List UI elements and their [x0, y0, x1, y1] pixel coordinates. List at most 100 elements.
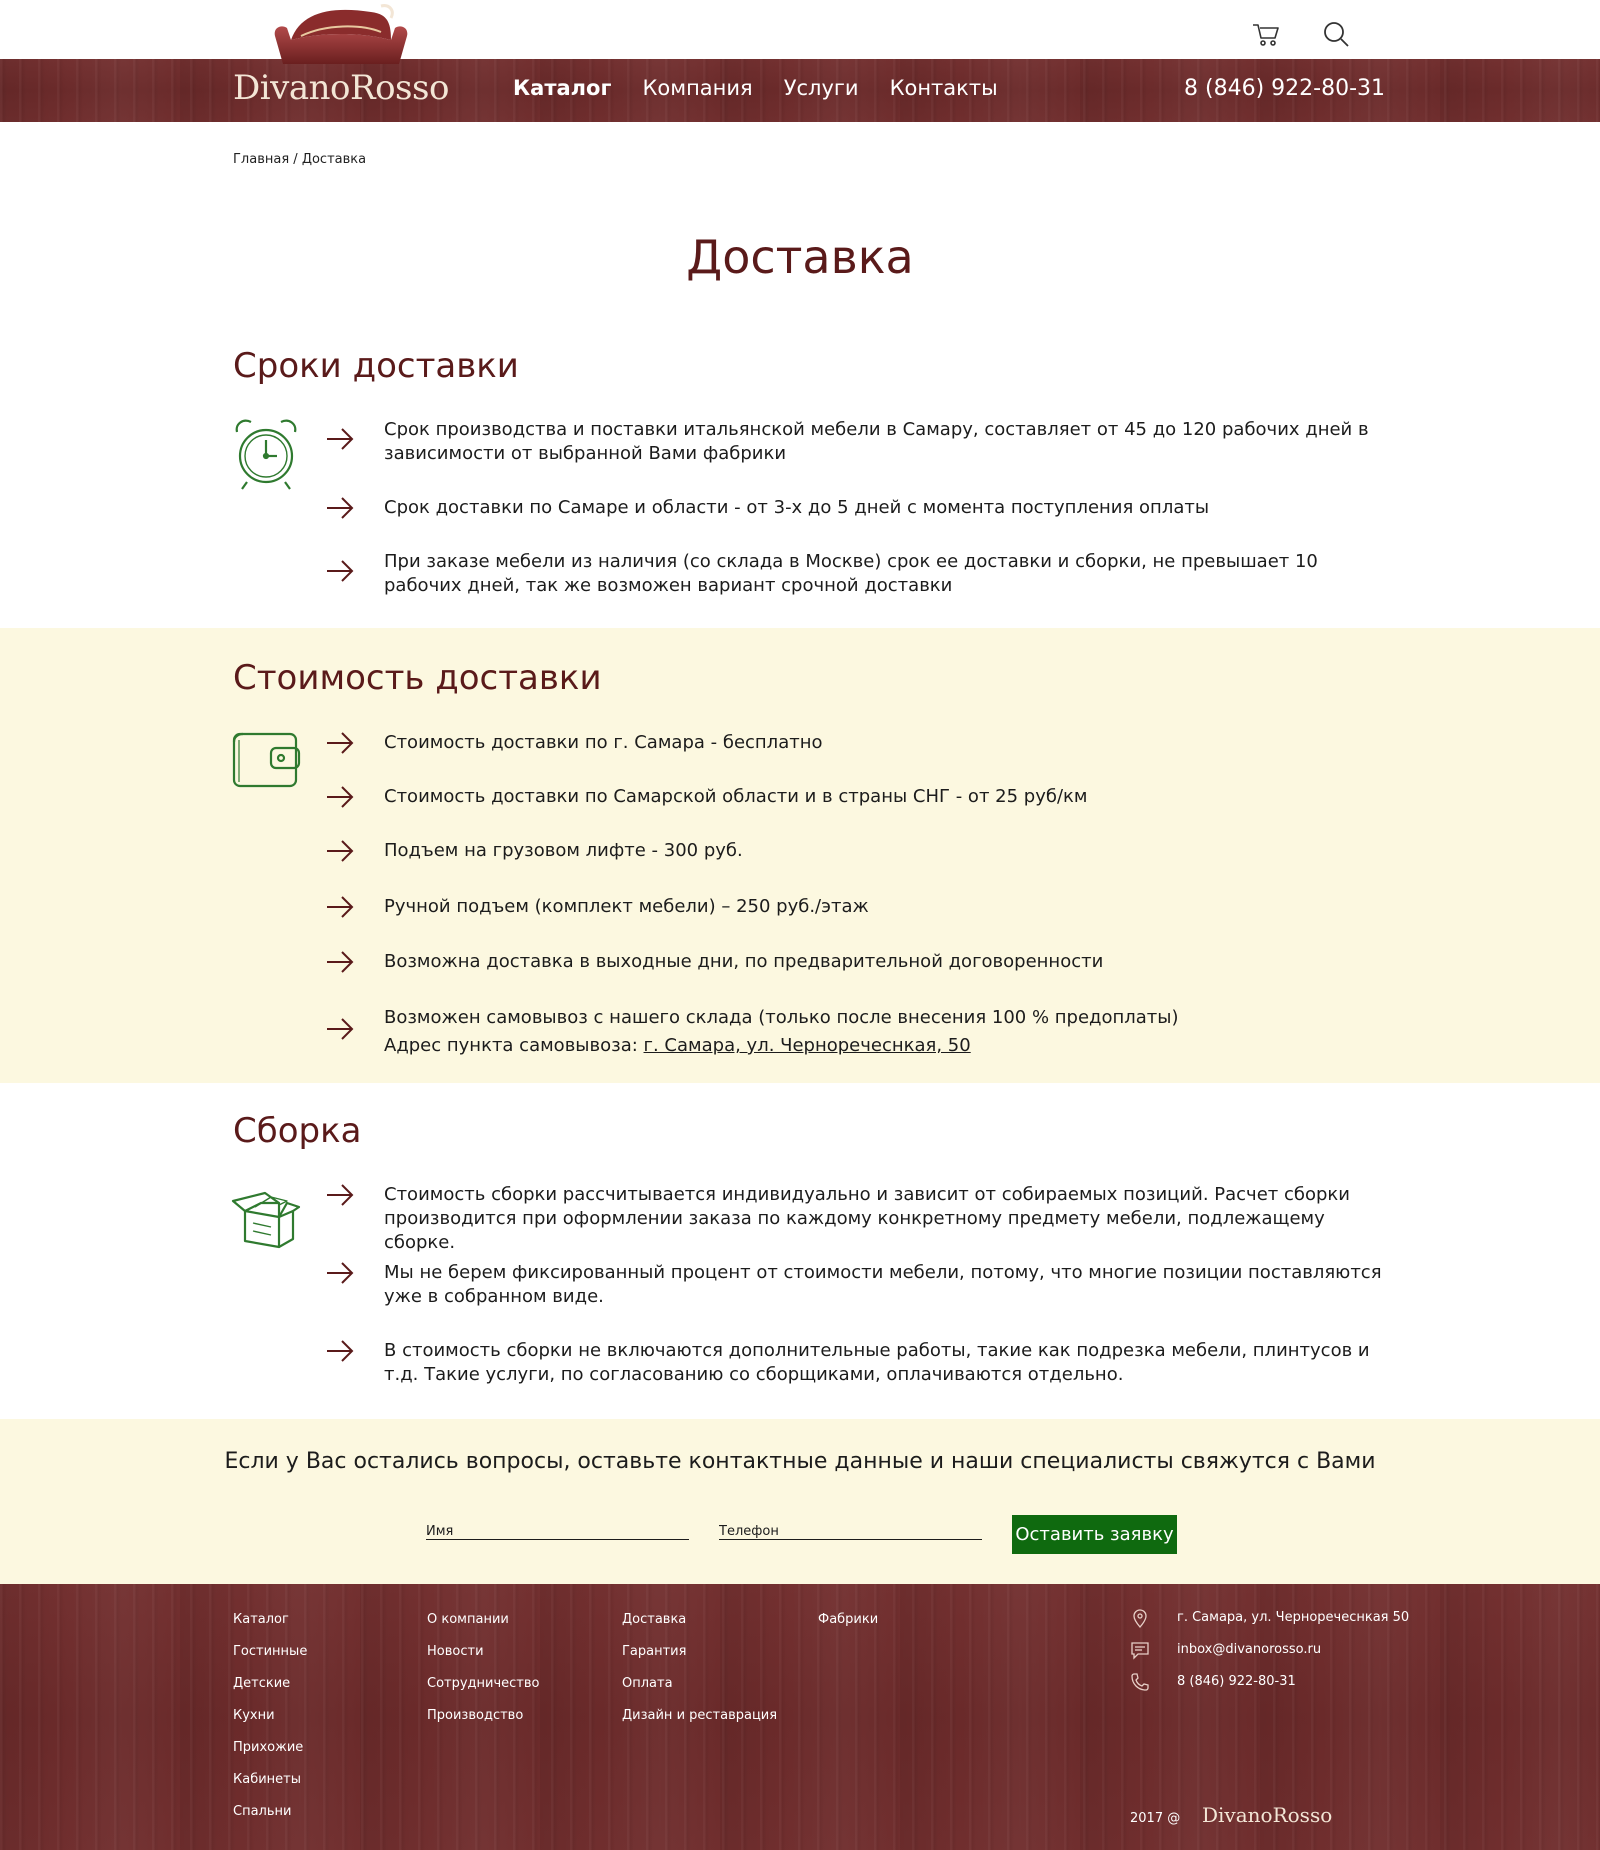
- cart-icon[interactable]: [1250, 18, 1282, 50]
- arrow-right-icon: [326, 896, 354, 918]
- footer-link: Гостинные: [233, 1644, 307, 1676]
- search-icon[interactable]: [1320, 18, 1352, 50]
- phone-field[interactable]: [719, 1515, 982, 1539]
- footer-link-production[interactable]: Производство: [427, 1708, 523, 1723]
- footer-address: г. Самара, ул. Черноречеснкая 50: [1177, 1610, 1410, 1625]
- arrow-right-icon: [326, 560, 354, 582]
- footer-link-about[interactable]: О компании: [427, 1612, 509, 1627]
- contact-form-title: Если у Вас остались вопросы, оставьте ко…: [224, 1449, 1376, 1474]
- arrow-right-icon: [326, 1184, 354, 1206]
- footer-link: Гарантия: [622, 1644, 777, 1676]
- footer-link: Прихожие: [233, 1740, 307, 1772]
- footer-email-wrap: inbox@divanorosso.ru: [1177, 1642, 1321, 1657]
- pickup-address-link[interactable]: г. Самара, ул. Черноречеснкая, 50: [644, 1035, 971, 1056]
- message-icon: [1130, 1640, 1150, 1660]
- list-item-text: Стоимость сборки рассчитывается индивиду…: [384, 1184, 1350, 1253]
- pickup-address-row: Адрес пункта самовывоза: г. Самара, ул. …: [384, 1032, 1384, 1060]
- footer-link: Фабрики: [818, 1612, 878, 1644]
- footer-link: Каталог: [233, 1612, 307, 1644]
- section-title: Стоимость доставки: [233, 658, 602, 698]
- section-title: Сборка: [233, 1111, 362, 1151]
- nav-contacts[interactable]: Контакты: [890, 76, 998, 100]
- footer-link-bedrooms[interactable]: Спальни: [233, 1804, 291, 1819]
- footer-email[interactable]: inbox@divanorosso.ru: [1177, 1642, 1321, 1657]
- arrow-right-icon: [326, 1018, 354, 1040]
- header-tools: [1250, 18, 1352, 50]
- main-nav: Каталог Компания Услуги Контакты: [513, 76, 998, 100]
- arrow-right-icon: [326, 786, 354, 808]
- page-title: Доставка: [686, 230, 914, 284]
- header-phone[interactable]: 8 (846) 922-80-31: [1184, 76, 1385, 101]
- footer-link-design[interactable]: Дизайн и реставрация: [622, 1708, 777, 1723]
- list-item-text: Возможна доставка в выходные дни, по пре…: [384, 951, 1104, 972]
- open-box-icon: [231, 1183, 301, 1259]
- pickup-address-label: Адрес пункта самовывоза:: [384, 1035, 644, 1056]
- footer-link-hallways[interactable]: Прихожие: [233, 1740, 303, 1755]
- list-item-text: Подъем на грузовом лифте - 300 руб.: [384, 840, 743, 861]
- footer-link: Дизайн и реставрация: [622, 1708, 777, 1740]
- breadcrumb-current: Доставка: [301, 152, 367, 167]
- arrow-right-icon: [326, 840, 354, 862]
- footer-link: О компании: [427, 1612, 540, 1644]
- breadcrumb-separator: /: [289, 152, 302, 167]
- footer-link-living-rooms[interactable]: Гостинные: [233, 1644, 307, 1659]
- nav-company[interactable]: Компания: [642, 76, 752, 100]
- sofa-logo-icon: [274, 4, 408, 65]
- name-field-wrapper: [426, 1515, 689, 1540]
- footer-column-services: Доставка Гарантия Оплата Дизайн и рестав…: [622, 1612, 777, 1740]
- list-item-text: Мы не берем фиксированный процент от сто…: [384, 1262, 1382, 1307]
- footer-link: Кухни: [233, 1708, 307, 1740]
- copyright: 2017 @: [1130, 1811, 1181, 1826]
- footer-link-factories[interactable]: Фабрики: [818, 1612, 878, 1627]
- footer-link-kids[interactable]: Детские: [233, 1676, 290, 1691]
- footer-link: Новости: [427, 1644, 540, 1676]
- footer-phone[interactable]: 8 (846) 922-80-31: [1177, 1674, 1296, 1689]
- arrow-right-icon: [326, 951, 354, 973]
- arrow-right-icon: [326, 1340, 354, 1362]
- footer-logo[interactable]: DivanoRosso: [1202, 1803, 1332, 1827]
- footer-column-factories: Фабрики: [818, 1612, 878, 1644]
- breadcrumb: Главная / Доставка: [233, 152, 366, 167]
- map-pin-icon: [1130, 1608, 1150, 1628]
- footer-link: Спальни: [233, 1804, 307, 1836]
- section-delivery-timing: Сроки доставки Срок производства и поста…: [0, 340, 1600, 628]
- section-delivery-cost: Стоимость доставки Стоимость доставки по…: [0, 628, 1600, 1083]
- list-item-text: При заказе мебели из наличия (со склада …: [384, 551, 1318, 596]
- contact-form-section: Если у Вас остались вопросы, оставьте ко…: [0, 1419, 1600, 1584]
- brand-logo[interactable]: DivanoRosso: [231, 2, 451, 108]
- footer-link: Сотрудничество: [427, 1676, 540, 1708]
- arrow-right-icon: [326, 732, 354, 754]
- arrow-right-icon: [326, 428, 354, 450]
- phone-field-wrapper: [719, 1515, 982, 1540]
- submit-request-button[interactable]: Оставить заявку: [1012, 1515, 1177, 1554]
- brand-name: DivanoRosso: [233, 68, 449, 108]
- phone-icon: [1130, 1672, 1150, 1692]
- footer-link-cooperation[interactable]: Сотрудничество: [427, 1676, 540, 1691]
- section-title: Сроки доставки: [233, 346, 519, 386]
- footer-link: Оплата: [622, 1676, 777, 1708]
- list-item-text: Возможен самовывоз с нашего склада (толь…: [384, 1004, 1384, 1060]
- arrow-right-icon: [326, 1262, 354, 1284]
- footer-phone-wrap: 8 (846) 922-80-31: [1177, 1674, 1296, 1689]
- footer-link: Кабинеты: [233, 1772, 307, 1804]
- list-item-text: В стоимость сборки не включаются дополни…: [384, 1340, 1370, 1385]
- footer-link: Производство: [427, 1708, 540, 1740]
- nav-services[interactable]: Услуги: [784, 76, 859, 100]
- list-item-text: Стоимость доставки по г. Самара - беспла…: [384, 732, 823, 753]
- footer-column-company: О компании Новости Сотрудничество Произв…: [427, 1612, 540, 1740]
- list-item-text: Срок производства и поставки итальянской…: [384, 419, 1369, 464]
- footer: Каталог Гостинные Детские Кухни Прихожие…: [0, 1584, 1600, 1850]
- footer-link-warranty[interactable]: Гарантия: [622, 1644, 686, 1659]
- footer-link-delivery[interactable]: Доставка: [622, 1612, 686, 1627]
- nav-catalog[interactable]: Каталог: [513, 76, 611, 100]
- breadcrumb-home[interactable]: Главная: [233, 152, 289, 167]
- footer-link-catalog[interactable]: Каталог: [233, 1612, 289, 1627]
- footer-link-payment[interactable]: Оплата: [622, 1676, 673, 1691]
- list-item-text: Стоимость доставки по Самарской области …: [384, 786, 1088, 807]
- footer-link: Детские: [233, 1676, 307, 1708]
- name-field[interactable]: [426, 1515, 689, 1539]
- footer-link-news[interactable]: Новости: [427, 1644, 484, 1659]
- footer-link-offices[interactable]: Кабинеты: [233, 1772, 301, 1787]
- footer-column-catalog: Каталог Гостинные Детские Кухни Прихожие…: [233, 1612, 307, 1836]
- footer-link-kitchens[interactable]: Кухни: [233, 1708, 275, 1723]
